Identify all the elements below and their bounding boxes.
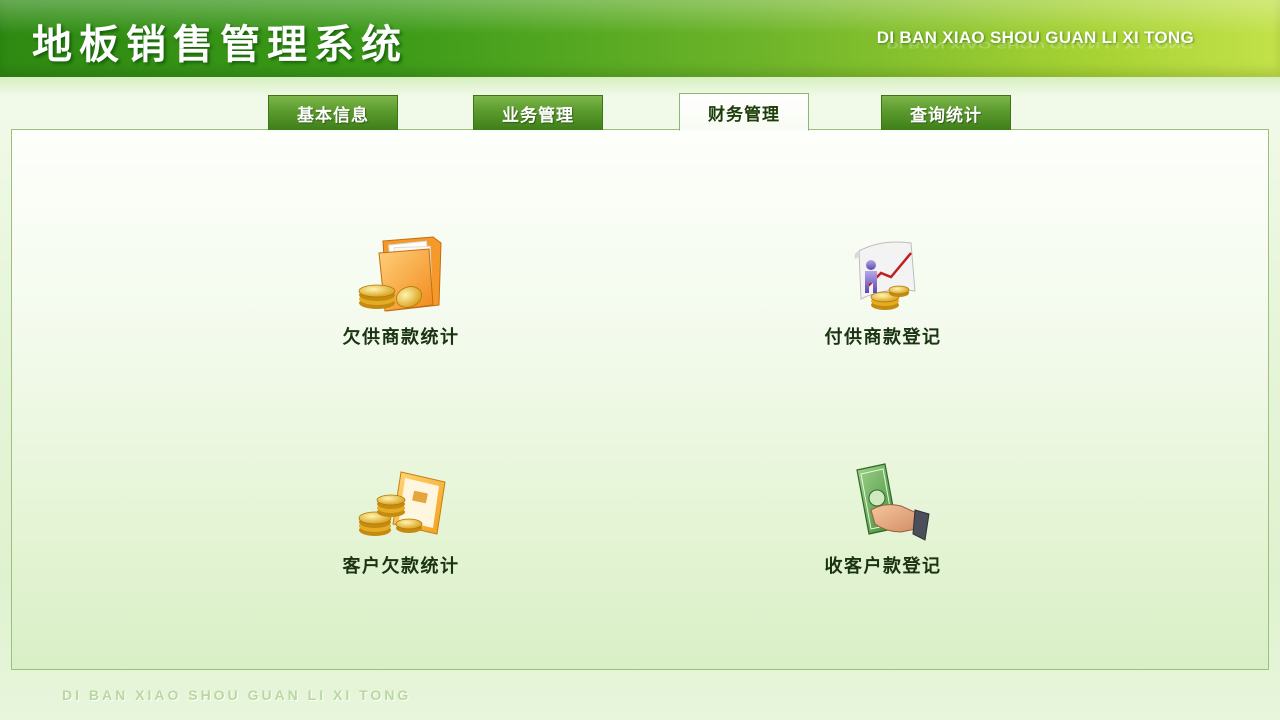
app-title: 地板销售管理系统 [32,22,408,68]
customer-payment-register-label: 收客户款登记 [824,556,942,577]
tab-finance-management[interactable]: 财务管理 [679,93,809,131]
customer-debt-stats-button[interactable]: 客户欠款统计 [301,462,501,578]
tab-business-management[interactable]: 业务管理 [473,95,603,130]
chart-person-coins-icon [854,241,916,310]
folder-coins-icon [358,236,442,312]
main-panel: 欠供商款统计 付供商款登记 客户欠款统计 收客户款登记 [11,129,1269,670]
supplier-payment-register-label: 付供商款登记 [824,327,942,348]
app-header: 地板销售管理系统 DI BAN XIAO SHOU GUAN LI XI TON… [0,0,1280,77]
footer-text: DI BAN XIAO SHOU GUAN LI XI TONG [62,687,412,703]
supplier-debt-stats-label: 欠供商款统计 [342,327,460,348]
app-subtitle-reflection: DI BAN XIAO SHOU GUAN LI XI TONG [886,39,1194,50]
supplier-payment-register-button[interactable]: 付供商款登记 [783,233,983,349]
customer-debt-stats-label: 客户欠款统计 [342,556,460,577]
hand-banknote-icon [856,463,930,541]
tab-query-statistics[interactable]: 查询统计 [881,95,1011,130]
tab-basic-info[interactable]: 基本信息 [268,95,398,130]
header-glow [0,77,1280,97]
coins-card-icon [358,471,446,536]
supplier-debt-stats-button[interactable]: 欠供商款统计 [301,233,501,349]
customer-payment-register-button[interactable]: 收客户款登记 [783,462,983,578]
